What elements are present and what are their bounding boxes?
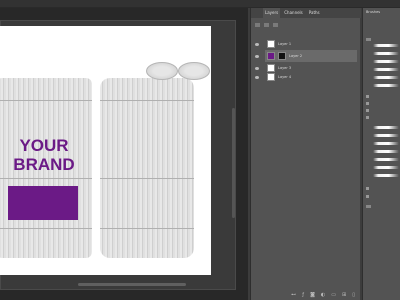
brush-stroke-preview[interactable] <box>373 166 399 169</box>
brush-group-item[interactable] <box>366 108 398 113</box>
brush-stroke-preview[interactable] <box>373 68 399 71</box>
layer-row[interactable]: Layer 4 <box>255 71 357 83</box>
layer-row[interactable]: Layer 1 <box>255 38 357 50</box>
layer-thumbnail <box>267 52 275 60</box>
brush-group-item[interactable] <box>366 101 398 106</box>
mask-icon[interactable]: ◙ <box>310 291 315 299</box>
brush-group-item[interactable] <box>366 94 398 99</box>
layer-name: Layer 4 <box>278 75 292 79</box>
barrel-front-mockup: YOUR BRAND <box>0 78 92 258</box>
horizontal-scrollbar[interactable] <box>78 283 186 286</box>
brush-stroke-preview[interactable] <box>373 150 399 153</box>
layer-thumbnail <box>267 40 275 48</box>
layers-panel: Layers Channels Paths Layer 1 Layer 2 La… <box>250 8 361 300</box>
brush-preset-icon[interactable] <box>366 205 371 208</box>
brush-stroke-preview[interactable] <box>373 158 399 161</box>
document-canvas[interactable]: YOUR BRAND <box>0 26 211 275</box>
brush-stroke-preview[interactable] <box>373 60 399 63</box>
layers-footer: ⊷ ƒ ◙ ◐ ▭ ⊞ ▯ <box>259 291 355 299</box>
document-workspace: YOUR BRAND <box>0 8 248 300</box>
trash-icon[interactable]: ▯ <box>352 291 355 299</box>
tab-paths[interactable]: Paths <box>307 8 322 18</box>
barrel-side-mockup <box>100 78 194 258</box>
visibility-eye-icon[interactable] <box>255 42 259 46</box>
layer-row-selected[interactable]: Layer 2 <box>255 50 357 62</box>
brush-stroke-preview[interactable] <box>373 44 399 47</box>
brushes-panel: Brushes <box>362 8 400 300</box>
layer-thumbnail <box>267 73 275 81</box>
brush-preset-icon[interactable] <box>366 38 371 41</box>
brand-color-swatch <box>8 186 78 220</box>
fx-icon[interactable]: ƒ <box>302 291 304 299</box>
visibility-eye-icon[interactable] <box>255 66 259 70</box>
brush-stroke-preview[interactable] <box>373 142 399 145</box>
visibility-eye-icon[interactable] <box>255 75 259 79</box>
barrel-hoop <box>100 100 194 101</box>
brush-group-item[interactable] <box>366 186 398 191</box>
brush-stroke-preview[interactable] <box>373 174 399 177</box>
brand-line-1: YOUR <box>19 136 69 155</box>
brand-text: YOUR BRAND <box>0 136 92 174</box>
barrel-hoop <box>0 228 92 229</box>
barrel-hoop <box>100 178 194 179</box>
tab-layers[interactable]: Layers <box>263 8 281 18</box>
link-icon[interactable]: ⊷ <box>291 291 296 299</box>
barrel-hoop <box>0 178 92 179</box>
brush-group-item[interactable] <box>366 194 398 199</box>
folder-icon[interactable]: ▭ <box>331 291 336 299</box>
barrel-hoop <box>0 100 92 101</box>
barrel-lid <box>146 62 178 80</box>
brush-stroke-preview[interactable] <box>373 84 399 87</box>
brush-stroke-preview[interactable] <box>373 126 399 129</box>
layer-name: Layer 2 <box>289 54 303 58</box>
brush-stroke-preview[interactable] <box>373 52 399 55</box>
brush-stroke-preview[interactable] <box>373 134 399 137</box>
barrel-hoop <box>100 228 194 229</box>
filter-icon[interactable] <box>255 23 260 27</box>
brush-stroke-preview[interactable] <box>373 76 399 79</box>
barrel-lid <box>178 62 210 80</box>
options-bar <box>0 0 400 8</box>
adjustment-icon[interactable]: ◐ <box>321 291 325 299</box>
new-layer-icon[interactable]: ⊞ <box>342 291 346 299</box>
brand-line-2: BRAND <box>13 155 75 174</box>
brush-group-item[interactable] <box>366 115 398 120</box>
layer-mask-thumbnail <box>278 52 286 60</box>
layer-filter-bar <box>255 20 357 30</box>
photoshop-window: YOUR BRAND Layers Channels Paths Layer 1… <box>0 0 400 300</box>
panel-tabs: Layers Channels Paths <box>251 8 361 18</box>
layer-name: Layer 3 <box>278 66 292 70</box>
filter-icon[interactable] <box>273 23 278 27</box>
visibility-eye-icon[interactable] <box>255 54 259 58</box>
tab-channels[interactable]: Channels <box>282 8 305 18</box>
filter-icon[interactable] <box>264 23 269 27</box>
vertical-scrollbar[interactable] <box>232 108 235 218</box>
layer-name: Layer 1 <box>278 42 292 46</box>
panel-title: Brushes <box>366 10 381 14</box>
